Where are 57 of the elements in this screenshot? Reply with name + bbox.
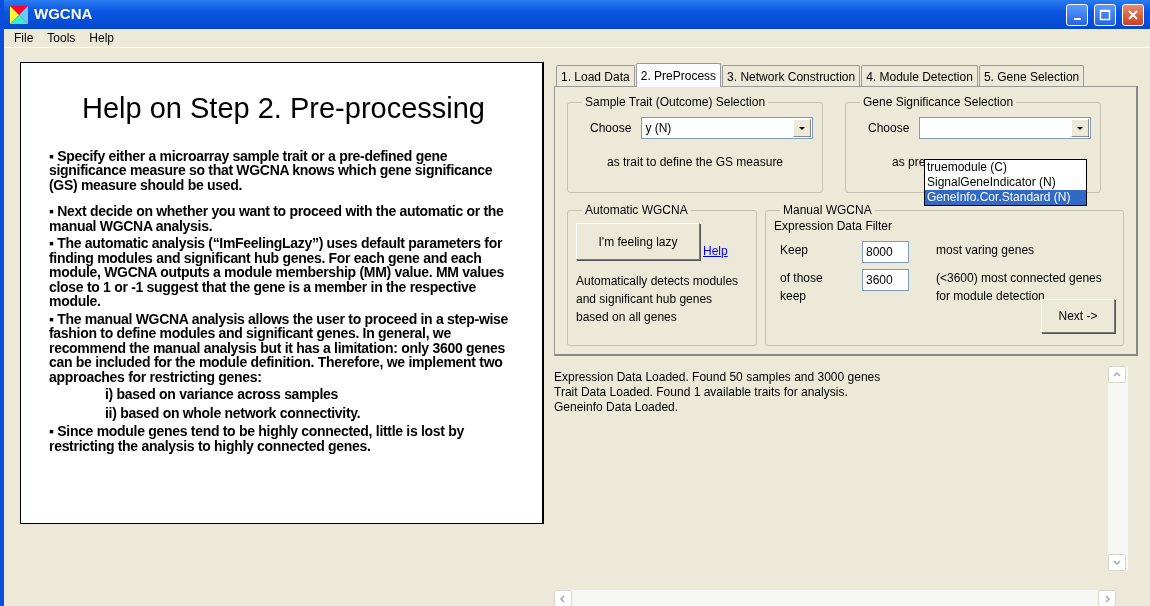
maximize-icon <box>1099 8 1111 21</box>
next-button[interactable]: Next -> <box>1041 299 1115 333</box>
help-paragraph: ▪ Since module genes tend to be highly connected, little is lost by restricting the analysis to highly connected genes. <box>49 424 466 453</box>
help-paragraph: ▪ Specify either a microarray sample trait or a pre-defined gene significance measure so that WGCNA knows which gene significance (GS) measure should be used. <box>49 148 494 192</box>
help-paragraph: ii) based on whole network connectivity. <box>104 405 362 420</box>
tab[interactable]: 4. Module Detection <box>861 65 978 86</box>
log-line: Trait Data Loaded. Found 1 available traits for analysis. <box>554 385 849 400</box>
close-button[interactable] <box>1122 3 1144 26</box>
minimize-icon <box>1073 17 1081 20</box>
tab[interactable]: 3. Network Construction <box>722 65 861 86</box>
maximize-button[interactable] <box>1094 3 1116 26</box>
field-note: as pre <box>892 154 926 171</box>
tab[interactable]: 5. Gene Selection <box>978 65 1085 86</box>
dropdown-option[interactable]: truemodule (C) <box>925 160 1086 175</box>
dropdown-arrow-icon <box>1076 125 1085 131</box>
window-title: WGCNA <box>34 4 93 25</box>
field-note: as trait to define the GS measure <box>605 154 785 171</box>
chevron-right-icon <box>1102 593 1112 604</box>
field-label: Keep <box>780 242 810 259</box>
dropdown-field[interactable] <box>919 117 1092 139</box>
help-title: Help on Step 2. Pre-processing <box>81 91 486 126</box>
field-label: of those keep <box>780 270 824 305</box>
minimize-button[interactable] <box>1066 3 1088 26</box>
help-paragraph: ▪ The manual WGCNA analysis allows the user to proceed in a step-wise fashion to define modules and significant genes. In general, we recommend the manual analysis but it has a limitation: only 3600 genes can be included for the module definition. Therefore, we implement two approaches for restricting genes: <box>49 311 510 384</box>
lazy-button[interactable]: I'm feeling lazy <box>576 223 700 260</box>
group-title: Manual WGCNA <box>782 203 873 217</box>
field-label: Choose <box>868 120 910 137</box>
number-field[interactable]: 3600 <box>862 269 909 291</box>
menu-item[interactable]: Tools <box>47 29 76 47</box>
help-paragraph: i) based on variance across samples <box>104 387 340 402</box>
dropdown-field[interactable]: y (N) <box>641 117 814 139</box>
dropdown-option[interactable]: GeneInfo.Cor.Standard (N) <box>925 190 1086 205</box>
menu-item[interactable]: File <box>14 29 34 47</box>
close-icon <box>1127 8 1139 21</box>
dropdown-option[interactable]: SignalGeneIndicator (N) <box>925 175 1086 190</box>
vertical-scrollbar[interactable] <box>1108 366 1128 571</box>
menu-item[interactable]: Help <box>89 29 115 47</box>
help-paragraph: ▪ Next decide on whether you want to proceed with the automatic or the manual WGCNA analysis. <box>49 204 505 233</box>
chevron-left-icon <box>558 593 568 604</box>
field-note: most varing genes <box>936 242 1036 259</box>
description-text: Automatically detects modules and significant hub genes based on all genes <box>576 273 740 326</box>
tab[interactable]: 1. Load Data <box>556 65 635 86</box>
log-line: Geneinfo Data Loaded. <box>554 400 680 415</box>
number-field[interactable]: 8000 <box>862 241 909 263</box>
chevron-down-icon <box>1112 557 1122 568</box>
field-label: Choose <box>590 120 632 137</box>
help-paragraph: ▪ The automatic analysis (“ImFeelingLazy”) uses default parameters for finding modules and significant hub genes. For each gene and each module, WGCNA outputs a module membership (MM) value. MM values close to 1 or -1 suggest that the gene is a member in the respective module. <box>49 236 506 309</box>
log-line: Expression Data Loaded. Found 50 samples and 3000 genes <box>554 370 882 385</box>
group-title: Sample Trait (Outcome) Selection <box>584 95 767 109</box>
group-title: Gene Significance Selection <box>862 95 1015 109</box>
horizontal-scrollbar[interactable] <box>554 590 1116 606</box>
filter-title: Expression Data Filter <box>774 218 894 235</box>
help-link[interactable]: Help <box>703 242 728 260</box>
app-logo-icon <box>10 5 28 24</box>
tab[interactable]: 2. PreProcess <box>635 63 722 87</box>
group-title: Automatic WGCNA <box>584 203 689 217</box>
dropdown-arrow-icon <box>798 125 807 131</box>
